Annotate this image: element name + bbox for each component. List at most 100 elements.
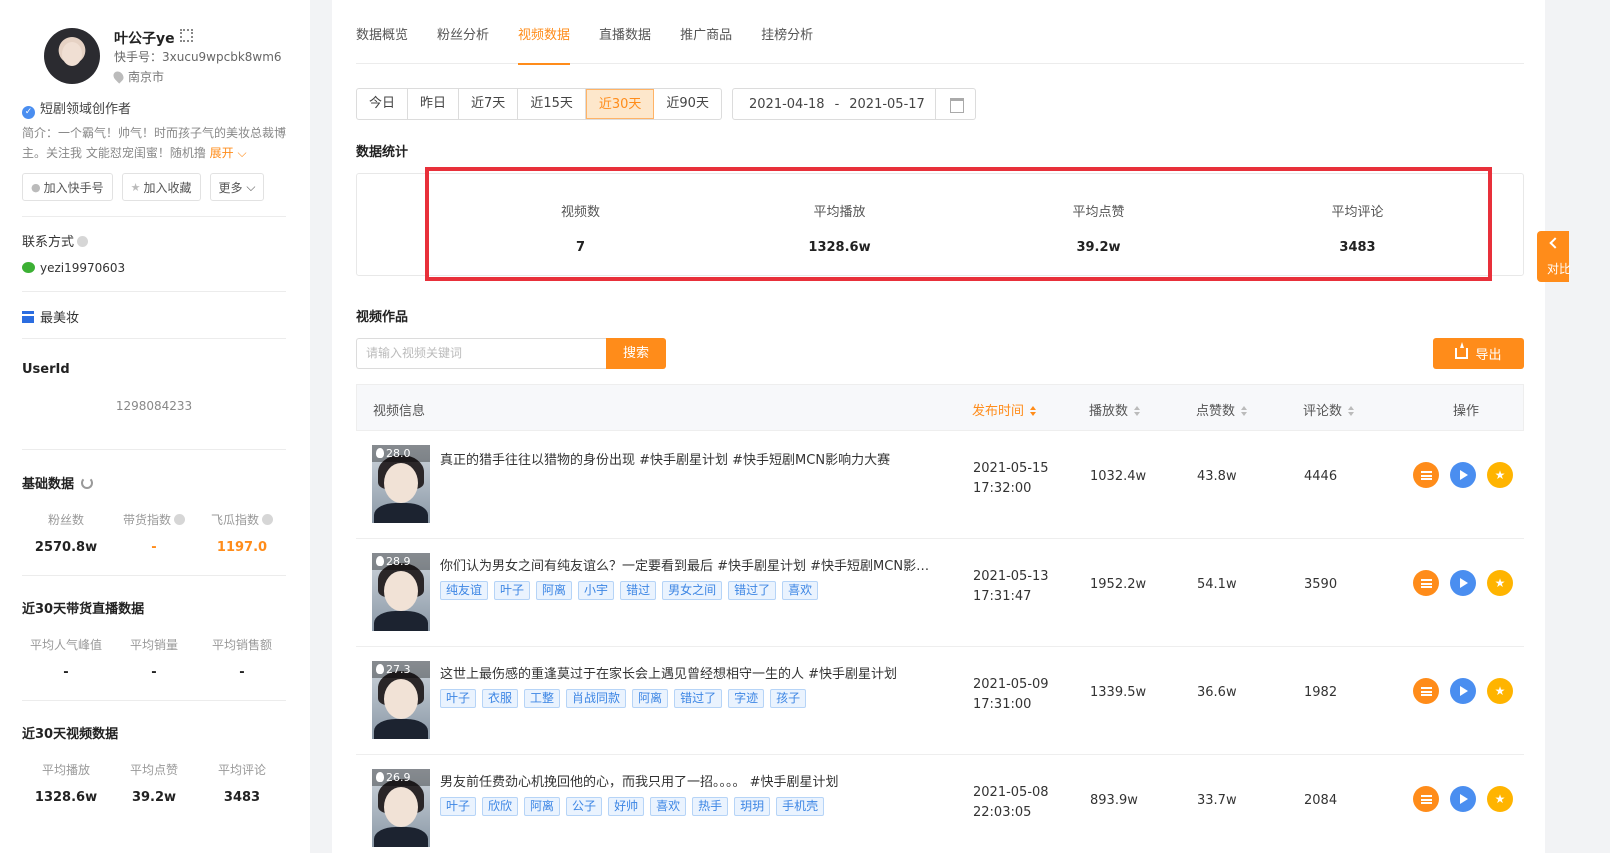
video-thumbnail[interactable]: 28.9 — [372, 553, 430, 631]
row-actions: ★ — [1413, 570, 1513, 596]
tab-rank[interactable]: 挂榜分析 — [761, 0, 813, 64]
detail-button[interactable] — [1413, 678, 1439, 704]
hashtag[interactable]: 阿离 — [524, 797, 561, 816]
tab-products[interactable]: 推广商品 — [680, 0, 732, 64]
hashtag[interactable]: 错过了 — [728, 581, 777, 600]
hot-score: 26.9 — [372, 769, 430, 786]
hashtag[interactable]: 阿离 — [536, 581, 573, 600]
sort-icon — [1030, 406, 1037, 416]
hashtag[interactable]: 玥玥 — [734, 797, 771, 816]
table-row[interactable]: 26.9 男友前任费劲心机挽回他的心，而我只用了一招。。。。 #快手剧星计划 叶… — [356, 755, 1524, 853]
compare-button[interactable]: 对比 — [1537, 231, 1571, 282]
refresh-icon[interactable] — [81, 477, 94, 489]
detail-button[interactable] — [1413, 462, 1439, 488]
table-row[interactable]: 28.0 真正的猎手往往以猎物的身份出现 #快手剧星计划 #快手短剧MCN影响力… — [356, 431, 1524, 539]
stat-avg-plays: 平均播放 1328.6w — [34, 763, 98, 805]
hashtag[interactable]: 衣服 — [482, 689, 519, 708]
export-button[interactable]: 导出 — [1433, 338, 1524, 369]
intro: 简介：一个霸气！帅气！时而孩子气的美妆总裁博主。关注我 文能怼宠闺蜜！随机撸 展… — [22, 123, 287, 163]
table-row[interactable]: 27.3 这世上最伤感的重逢莫过于在家长会上遇见曾经想相守一生的人 #快手剧星计… — [356, 647, 1524, 755]
range-7d[interactable]: 近7天 — [459, 89, 519, 119]
qr-code-icon[interactable] — [180, 29, 193, 42]
range-30d[interactable]: 近30天 — [585, 89, 655, 119]
hashtag[interactable]: 热手 — [692, 797, 729, 816]
play-button[interactable] — [1450, 462, 1476, 488]
more-button[interactable]: 更多 ⌵ — [209, 173, 265, 201]
range-yesterday[interactable]: 昨日 — [408, 89, 460, 119]
play-icon — [1460, 794, 1468, 804]
video-thumbnail[interactable]: 27.3 — [372, 661, 430, 739]
tab-live-data[interactable]: 直播数据 — [599, 0, 651, 64]
hashtag[interactable]: 喜欢 — [650, 797, 687, 816]
hashtag[interactable]: 错过了 — [674, 689, 723, 708]
range-today[interactable]: 今日 — [357, 89, 409, 119]
stat-avg-peak: 平均人气峰值 - — [29, 638, 102, 680]
hashtag[interactable]: 好帅 — [608, 797, 645, 816]
hashtag[interactable]: 手机壳 — [776, 797, 825, 816]
search-button[interactable]: 搜索 — [606, 338, 666, 369]
wechat-contact[interactable]: yezi19970603 — [22, 261, 125, 275]
detail-button[interactable] — [1413, 570, 1439, 596]
range-90d[interactable]: 近90天 — [654, 89, 721, 119]
favorite-button[interactable]: ★ — [1487, 678, 1513, 704]
video-thumbnail[interactable]: 26.9 — [372, 769, 430, 847]
tab-bar: 数据概览 粉丝分析 视频数据 直播数据 推广商品 挂榜分析 — [356, 0, 1524, 65]
col-plays[interactable]: 播放数 — [1089, 400, 1141, 419]
col-comments[interactable]: 评论数 — [1303, 400, 1355, 419]
stat-fans: 粉丝数 2570.8w — [34, 513, 98, 555]
hashtag[interactable]: 字迹 — [728, 689, 765, 708]
basic-data-stats: 粉丝数 2570.8w 带货指数 - 飞瓜指数 1197.0 — [22, 511, 286, 555]
col-likes[interactable]: 点赞数 — [1196, 400, 1248, 419]
hashtag[interactable]: 叶子 — [494, 581, 531, 600]
tab-overview[interactable]: 数据概览 — [356, 0, 408, 64]
video-title[interactable]: 真正的猎手往往以猎物的身份出现 #快手剧星计划 #快手短剧MCN影响力大赛 — [440, 449, 955, 468]
comments-count: 1982 — [1304, 685, 1338, 700]
favorite-button[interactable]: ★ — [1487, 786, 1513, 812]
date-end: 2021-05-17 — [849, 96, 925, 112]
hashtag[interactable]: 阿离 — [632, 689, 669, 708]
tab-video-data[interactable]: 视频数据 — [518, 0, 571, 65]
favorite-button[interactable]: ★ — [1487, 462, 1513, 488]
hashtag[interactable]: 叶子 — [440, 797, 477, 816]
comments-count: 4446 — [1304, 469, 1338, 484]
play-button[interactable] — [1450, 786, 1476, 812]
video-title[interactable]: 这世上最伤感的重逢莫过于在家长会上遇见曾经想相守一生的人 #快手剧星计划 — [440, 663, 955, 682]
video-search-input[interactable]: 请输入视频关键词 — [356, 338, 606, 369]
video-title[interactable]: 你们认为男女之间有纯友谊么？一定要看到最后 #快手剧星计划 #快手短剧MCN影… — [440, 555, 955, 574]
main-panel: 数据概览 粉丝分析 视频数据 直播数据 推广商品 挂榜分析 今日 昨日 近7天 … — [332, 0, 1545, 853]
tab-fans[interactable]: 粉丝分析 — [437, 0, 489, 64]
hashtag[interactable]: 欣欣 — [482, 797, 519, 816]
help-icon[interactable] — [262, 514, 273, 525]
hashtag[interactable]: 公子 — [566, 797, 603, 816]
hashtag[interactable]: 工整 — [524, 689, 561, 708]
favorite-button[interactable]: ★ — [1487, 570, 1513, 596]
date-range-picker[interactable]: 2021-04-18 - 2021-05-17 — [732, 88, 976, 120]
detail-button[interactable] — [1413, 786, 1439, 812]
expand-link[interactable]: 展开 ⌵ — [210, 146, 247, 160]
fire-icon — [376, 664, 384, 674]
hashtag[interactable]: 错过 — [620, 581, 657, 600]
col-publish-time[interactable]: 发布时间 — [972, 400, 1037, 419]
location-pin-icon — [111, 69, 126, 84]
video-title[interactable]: 男友前任费劲心机挽回他的心，而我只用了一招。。。。 #快手剧星计划 — [440, 771, 955, 790]
hashtag[interactable]: 男女之间 — [662, 581, 723, 600]
mcn-link[interactable]: 最美妆 — [22, 307, 79, 326]
hashtag[interactable]: 肖战同款 — [566, 689, 627, 708]
hashtag[interactable]: 喜欢 — [782, 581, 819, 600]
hashtag[interactable]: 孩子 — [770, 689, 807, 708]
add-favorite-button[interactable]: ★ 加入收藏 — [121, 173, 201, 201]
play-button[interactable] — [1450, 678, 1476, 704]
range-15d[interactable]: 近15天 — [518, 89, 586, 119]
col-video-info: 视频信息 — [373, 404, 426, 419]
play-button[interactable] — [1450, 570, 1476, 596]
help-icon[interactable] — [77, 236, 89, 247]
hashtag[interactable]: 叶子 — [440, 689, 477, 708]
calendar-icon[interactable] — [935, 89, 975, 119]
table-row[interactable]: 28.9 你们认为男女之间有纯友谊么？一定要看到最后 #快手剧星计划 #快手短剧… — [356, 539, 1524, 647]
hashtag[interactable]: 小宇 — [578, 581, 615, 600]
help-icon[interactable] — [174, 514, 185, 525]
add-kuaishou-button[interactable]: ● 加入快手号 — [22, 173, 113, 201]
star-icon: ★ — [130, 180, 141, 194]
hashtag[interactable]: 纯友谊 — [440, 581, 489, 600]
video-thumbnail[interactable]: 28.0 — [372, 445, 430, 523]
